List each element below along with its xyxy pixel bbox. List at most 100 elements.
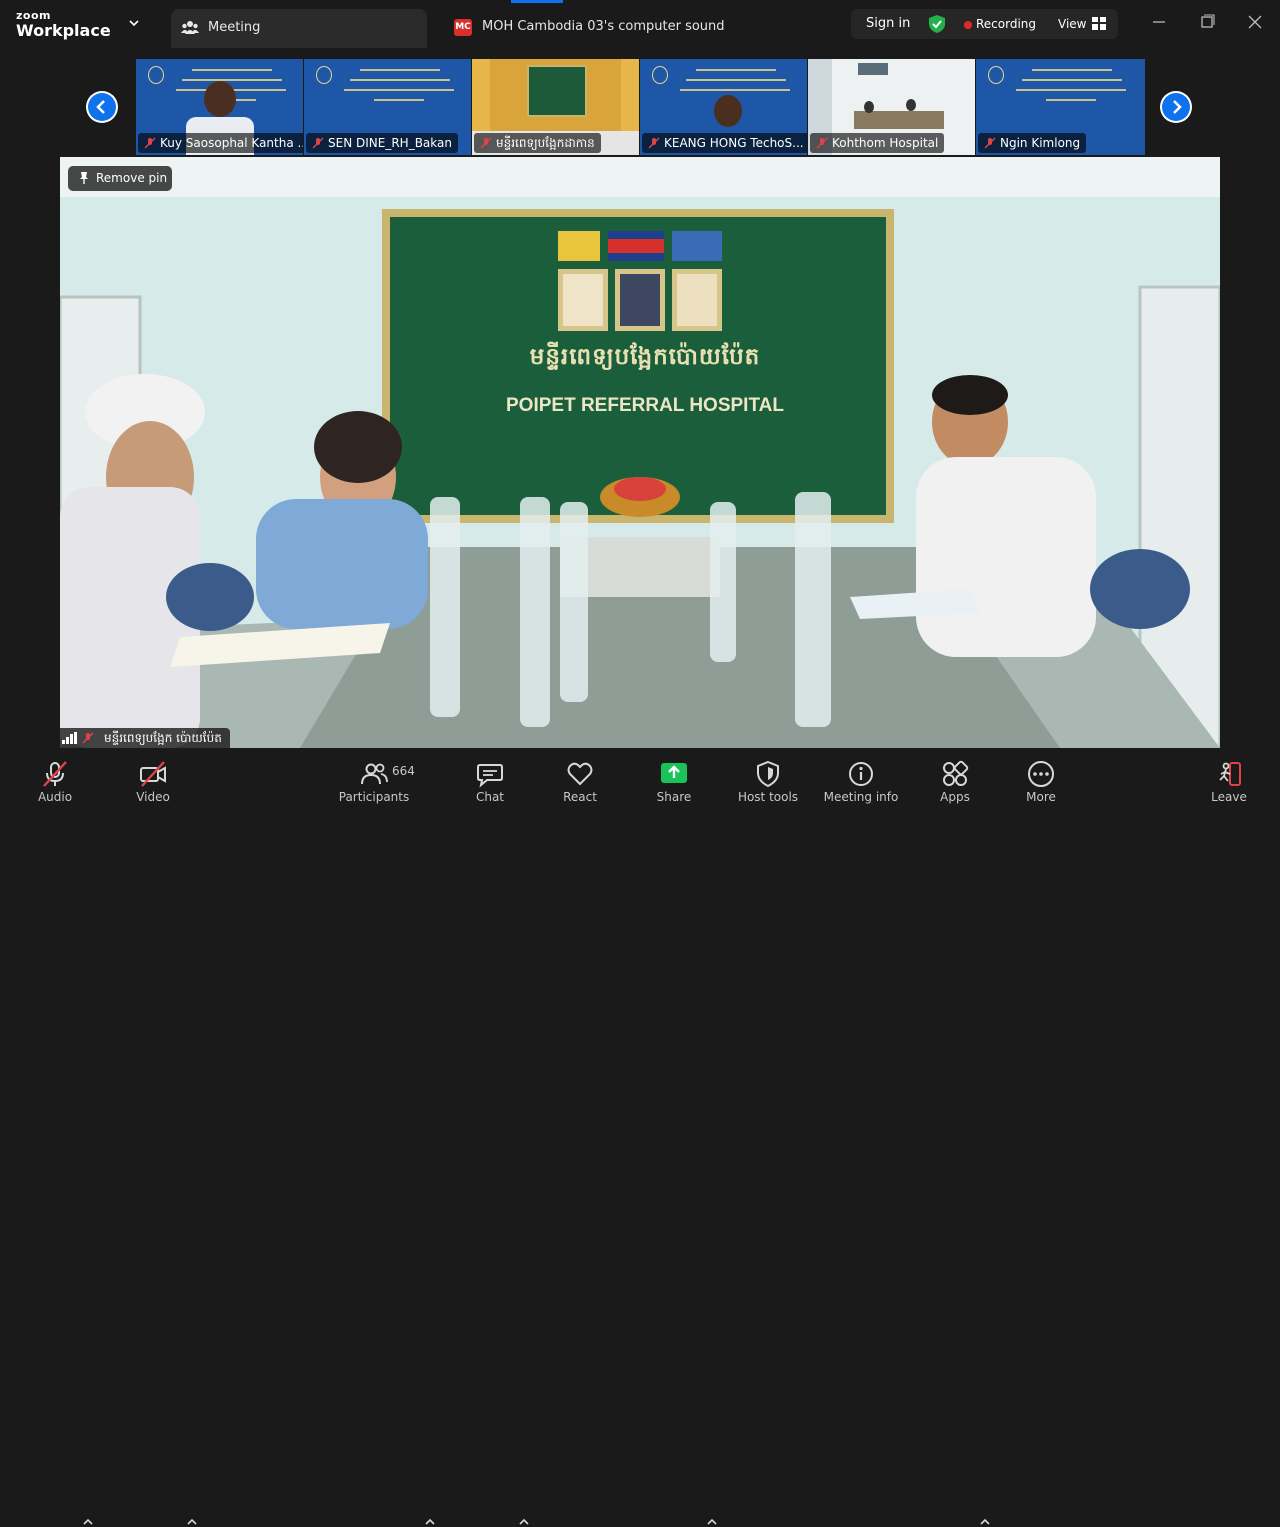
title-bar: zoom Workplace Meeting MC MOH Cambodia 0… bbox=[0, 0, 1280, 48]
logo-brand-small: zoom bbox=[16, 9, 51, 22]
mic-muted-icon bbox=[648, 137, 660, 149]
chevron-up-icon[interactable] bbox=[83, 1517, 93, 1527]
chevron-down-icon[interactable] bbox=[128, 17, 140, 29]
view-button[interactable]: View bbox=[1058, 17, 1086, 31]
react-label: React bbox=[563, 790, 597, 804]
audio-label: Audio bbox=[37, 790, 73, 804]
apps-button[interactable]: Apps bbox=[930, 750, 980, 812]
apps-label: Apps bbox=[940, 790, 970, 804]
video-frame bbox=[60, 157, 1220, 748]
zoom-workplace-logo[interactable]: zoom Workplace bbox=[16, 10, 111, 39]
video-label: Video bbox=[136, 790, 170, 804]
recording-dot-icon bbox=[964, 21, 972, 29]
meeting-info-button[interactable]: Meeting info bbox=[821, 750, 901, 812]
chevron-up-icon[interactable] bbox=[980, 1517, 990, 1527]
remove-pin-label: Remove pin bbox=[96, 171, 168, 185]
participant-name: SEN DINE_RH_Bakan bbox=[306, 133, 458, 153]
leave-button[interactable]: Leave bbox=[1204, 750, 1254, 812]
chevron-up-icon[interactable] bbox=[707, 1517, 717, 1527]
grid-view-icon[interactable] bbox=[1092, 17, 1106, 30]
chat-button[interactable]: Chat bbox=[465, 750, 515, 812]
participant-name: មន្ទីរពេទ្យបង្អែកដាកាន bbox=[474, 133, 601, 153]
participant-tile[interactable]: មន្ទីរពេទ្យបង្អែកដាកាន bbox=[472, 59, 639, 155]
chevron-right-icon bbox=[1173, 100, 1182, 114]
mic-muted-icon bbox=[984, 137, 996, 149]
active-indicator bbox=[511, 0, 563, 3]
video-button[interactable]: Video bbox=[128, 750, 178, 812]
host-tools-label: Host tools bbox=[737, 790, 799, 804]
signal-strength-icon bbox=[62, 732, 77, 744]
maximize-icon[interactable] bbox=[1199, 14, 1215, 30]
participant-tile[interactable]: KEANG HONG TechoS... bbox=[640, 59, 807, 155]
more-label: More bbox=[1026, 790, 1056, 804]
share-screen-icon bbox=[661, 763, 687, 783]
participants-button[interactable]: 664 Participants bbox=[334, 750, 415, 812]
participants-count: 664 bbox=[392, 764, 415, 778]
leave-exit-icon bbox=[1219, 762, 1241, 786]
mic-muted-icon bbox=[312, 137, 324, 149]
tab-meeting-label: Meeting bbox=[208, 20, 261, 35]
react-button[interactable]: React bbox=[555, 750, 605, 812]
participant-name: Ngin Kimlong bbox=[978, 133, 1087, 153]
meeting-info-label: Meeting info bbox=[823, 790, 899, 804]
video-off-icon bbox=[140, 761, 166, 787]
chevron-up-icon[interactable] bbox=[187, 1517, 197, 1527]
more-dots-icon bbox=[1028, 761, 1054, 787]
participant-name: Kuy Saosophal Kantha ... bbox=[138, 133, 303, 153]
header-actions: Sign in Recording View bbox=[851, 9, 1118, 39]
share-button[interactable]: Share bbox=[649, 750, 699, 812]
chat-icon bbox=[477, 764, 503, 788]
sign-in-button[interactable]: Sign in bbox=[866, 16, 910, 31]
leave-label: Leave bbox=[1211, 790, 1247, 804]
participant-name: Kohthom Hospital bbox=[810, 133, 945, 153]
ministry-seal bbox=[148, 66, 164, 84]
mic-muted-icon bbox=[82, 732, 94, 744]
recording-indicator[interactable]: Recording bbox=[976, 17, 1036, 31]
mic-muted-icon bbox=[816, 137, 828, 149]
share-label: Share bbox=[656, 790, 692, 804]
pinned-video[interactable]: មន្ទីរពេទ្យបង្អែកប៉ោយប៉ែត POIPET REFERRA… bbox=[60, 157, 1220, 748]
close-icon[interactable] bbox=[1247, 14, 1263, 30]
mic-muted-icon bbox=[144, 137, 156, 149]
participant-tile[interactable]: Kuy Saosophal Kantha ... bbox=[136, 59, 303, 155]
pin-icon bbox=[80, 172, 88, 184]
mic-muted-icon bbox=[43, 761, 67, 787]
remove-pin-button[interactable]: Remove pin bbox=[68, 166, 172, 191]
more-button[interactable]: More bbox=[1016, 750, 1066, 812]
participants-label: Participants bbox=[338, 790, 410, 804]
chat-label: Chat bbox=[475, 790, 505, 804]
ministry-seal bbox=[316, 66, 332, 84]
board-title-khmer: មន្ទីរពេទ្យបង្អែកប៉ោយប៉ែត bbox=[529, 344, 761, 370]
meeting-toolbar: Audio Video 664 Participants Chat React … bbox=[0, 750, 1280, 1525]
gallery-next-button[interactable] bbox=[1160, 91, 1192, 123]
ministry-seal bbox=[988, 66, 1004, 84]
speaker-name: មន្ទីរពេទ្យបង្អែក ប៉ោយប៉ែត bbox=[104, 731, 222, 745]
participant-name: KEANG HONG TechoS... bbox=[642, 133, 807, 153]
minimize-icon[interactable] bbox=[1151, 14, 1167, 30]
tab-computer-sound[interactable]: MOH Cambodia 03's computer sound bbox=[482, 19, 725, 34]
participant-tile[interactable]: SEN DINE_RH_Bakan bbox=[304, 59, 471, 155]
gallery-prev-button[interactable] bbox=[86, 91, 118, 123]
participants-icon bbox=[181, 21, 199, 34]
chevron-left-icon bbox=[96, 100, 105, 114]
board-title-english: POIPET REFERRAL HOSPITAL bbox=[506, 395, 784, 416]
shield-icon bbox=[757, 760, 779, 788]
active-speaker-label: មន្ទីរពេទ្យបង្អែក ប៉ោយប៉ែត bbox=[60, 728, 230, 748]
apps-icon bbox=[943, 760, 969, 786]
participant-gallery: Kuy Saosophal Kantha ... SEN DINE_RH_Bak… bbox=[136, 59, 1145, 155]
tab-meeting[interactable]: Meeting bbox=[171, 9, 427, 48]
host-tools-button[interactable]: Host tools bbox=[733, 750, 803, 812]
info-icon bbox=[849, 762, 873, 786]
participant-tile[interactable]: Kohthom Hospital bbox=[808, 59, 975, 155]
participants-icon bbox=[361, 763, 388, 785]
audio-button[interactable]: Audio bbox=[30, 750, 80, 812]
sound-share-badge: MC bbox=[454, 19, 472, 36]
logo-brand-big: Workplace bbox=[16, 21, 111, 40]
heart-icon bbox=[567, 762, 593, 786]
mic-muted-icon bbox=[480, 137, 492, 149]
ministry-seal bbox=[652, 66, 668, 84]
shield-check-icon[interactable] bbox=[927, 14, 947, 34]
chevron-up-icon[interactable] bbox=[519, 1517, 529, 1527]
participant-tile[interactable]: Ngin Kimlong bbox=[976, 59, 1145, 155]
chevron-up-icon[interactable] bbox=[425, 1517, 435, 1527]
